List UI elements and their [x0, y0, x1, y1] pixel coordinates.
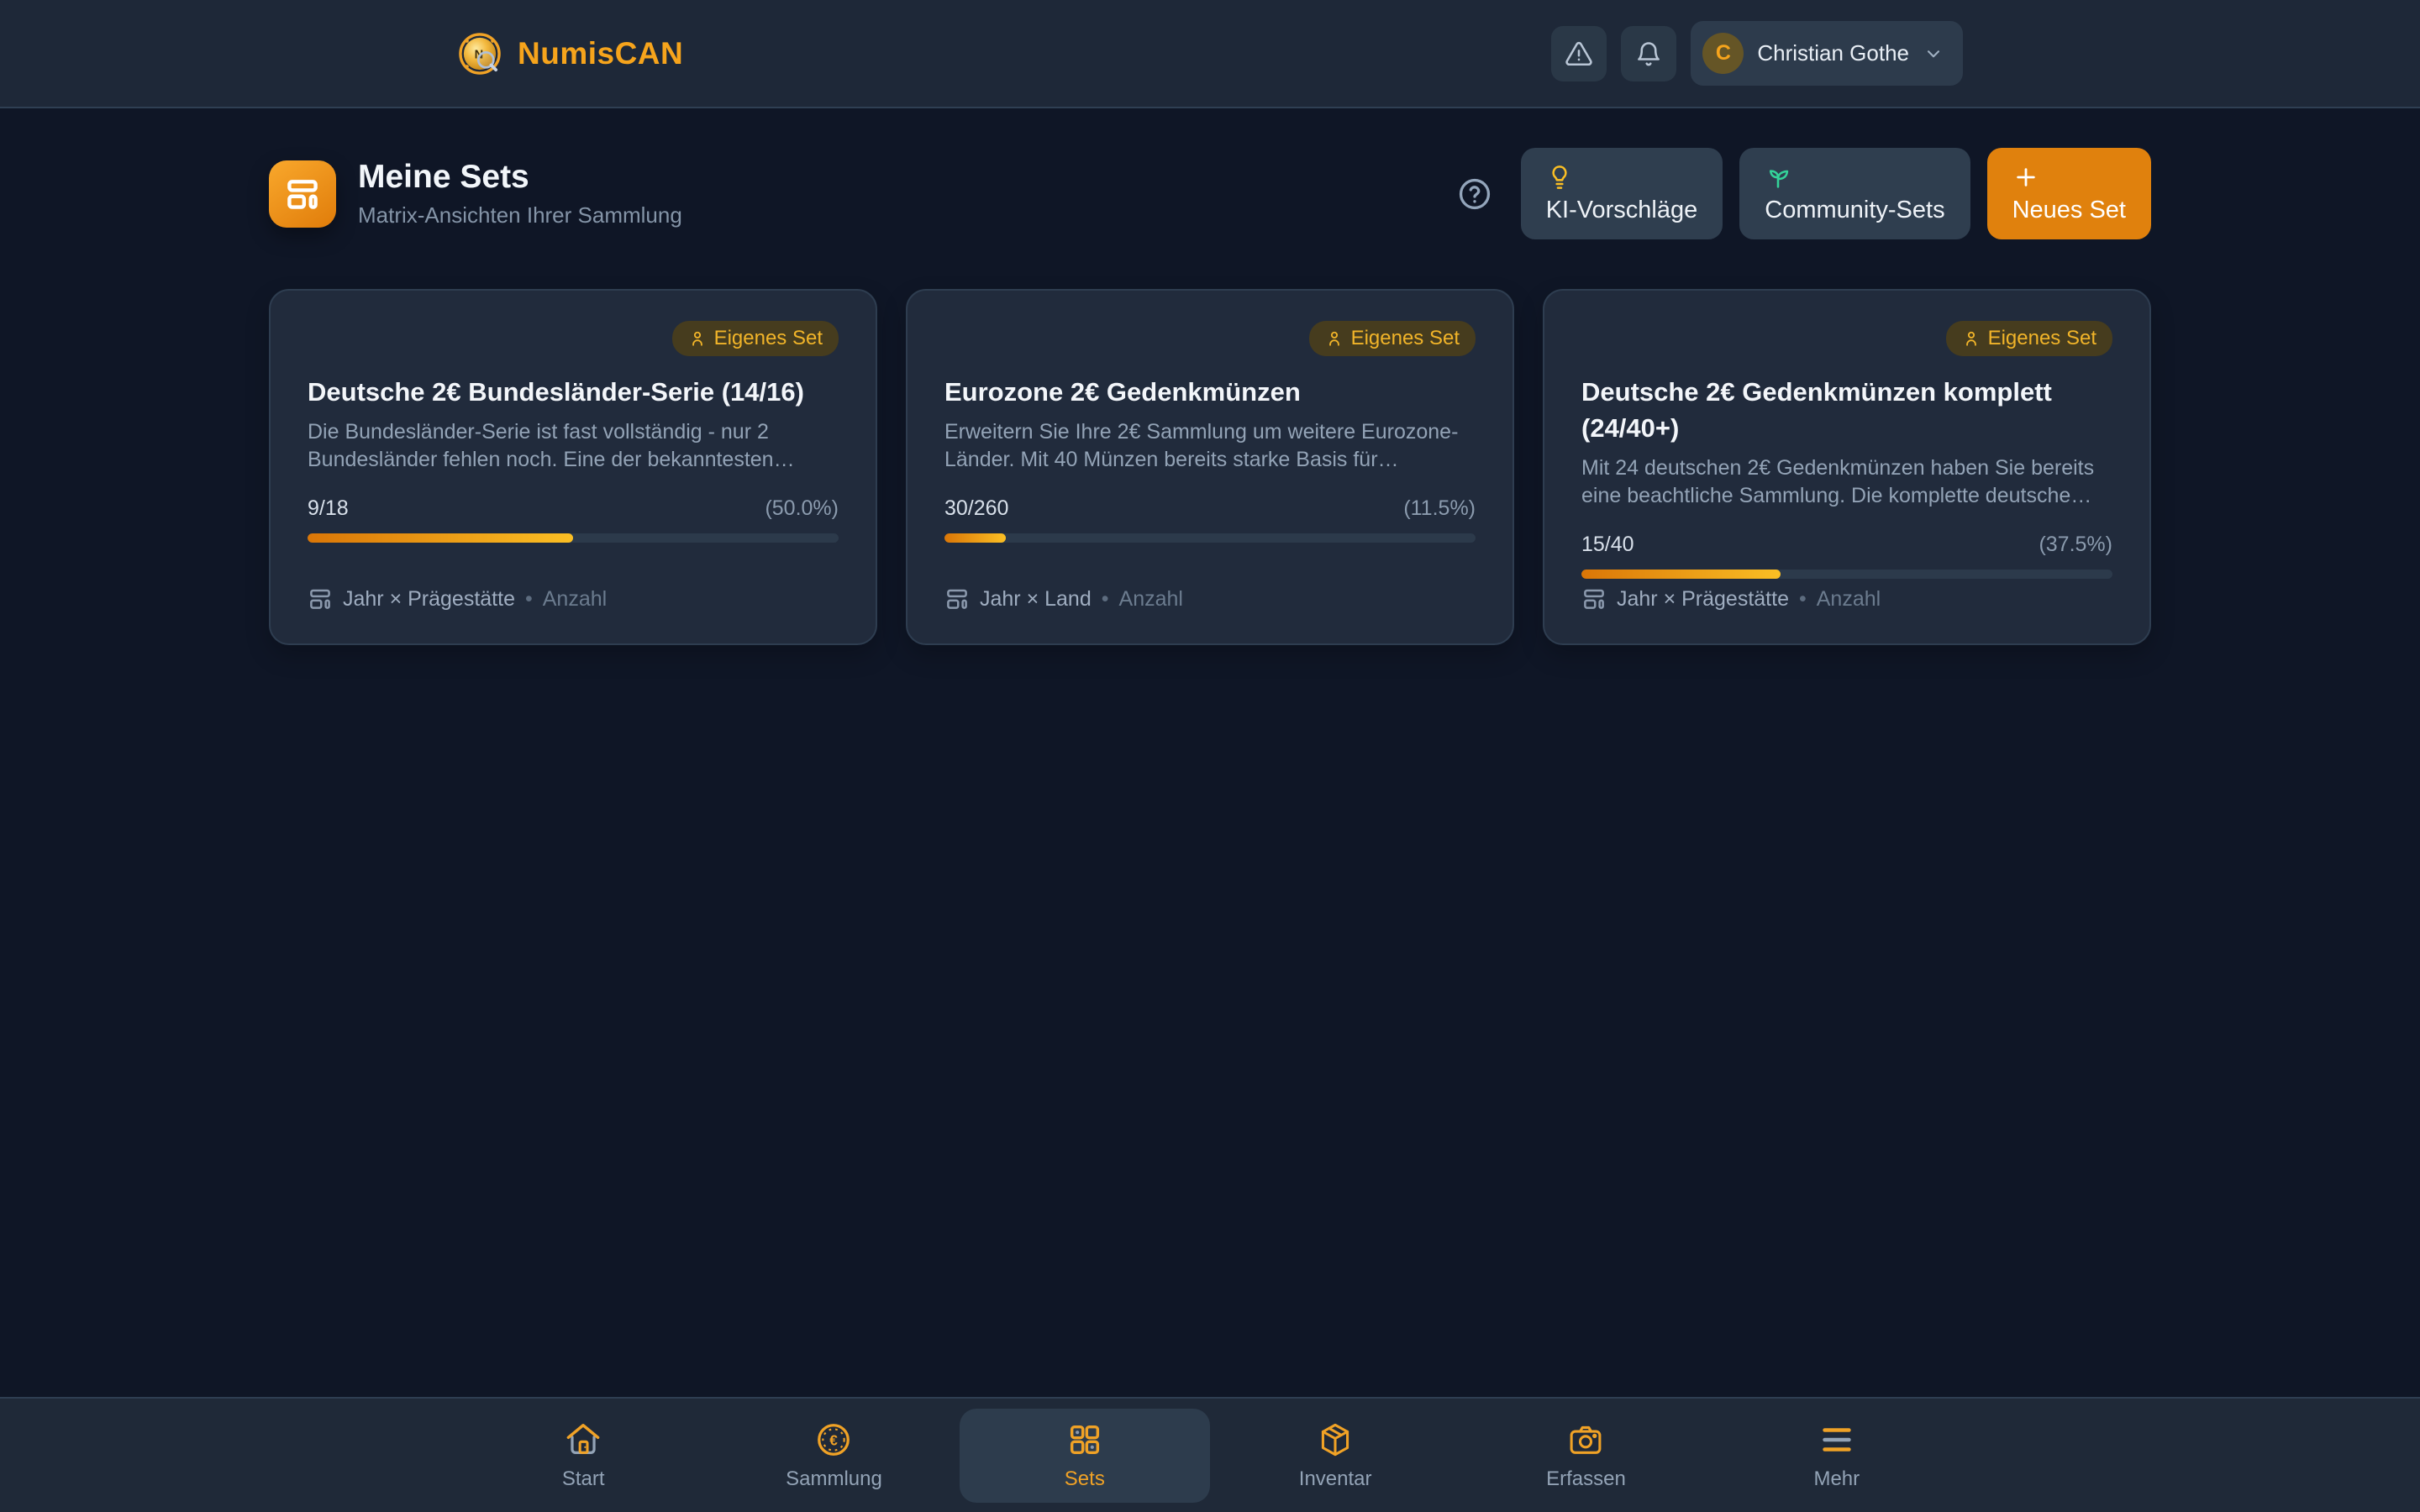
set-card[interactable]: Eigenes Set Eurozone 2€ Gedenkmünzen Erw…: [906, 289, 1514, 645]
progress-percent: (37.5%): [2039, 533, 2112, 557]
warning-icon: [1565, 39, 1593, 68]
main-content: Meine Sets Matrix-Ansichten Ihrer Sammlu…: [269, 108, 2151, 645]
package-icon: [1316, 1420, 1355, 1459]
help-icon: [1457, 176, 1492, 212]
progress-bar: [1581, 570, 2112, 579]
progress-percent: (11.5%): [1403, 496, 1476, 521]
matrix-metric: Anzahl: [543, 587, 607, 612]
matrix-axes: Jahr × Land: [980, 587, 1092, 612]
matrix-layout-icon: [308, 586, 333, 612]
nav-item-erfassen[interactable]: Erfassen: [1460, 1409, 1711, 1503]
owner-badge: Eigenes Set: [672, 321, 839, 356]
bottom-navigation: Start € Sammlung Sets: [0, 1397, 2420, 1512]
camera-icon: [1566, 1420, 1605, 1459]
matrix-layout-icon: [944, 586, 970, 612]
notifications-button[interactable]: [1621, 26, 1676, 81]
page-icon: [269, 160, 336, 228]
matrix-layout-icon: [284, 176, 321, 213]
ki-suggestions-button[interactable]: KI-Vorschläge: [1521, 148, 1723, 239]
menu-icon: [1818, 1420, 1856, 1459]
owner-badge: Eigenes Set: [1309, 321, 1476, 356]
svg-text:€: €: [830, 1431, 839, 1448]
set-card[interactable]: Eigenes Set Deutsche 2€ Gedenkmünzen kom…: [1543, 289, 2151, 645]
chevron-down-icon: [1923, 43, 1944, 65]
matrix-layout-icon: [1581, 586, 1607, 612]
set-description: Erweitern Sie Ihre 2€ Sammlung um weiter…: [944, 418, 1476, 475]
set-description: Mit 24 deutschen 2€ Gedenkmünzen haben S…: [1581, 454, 2112, 511]
user-menu[interactable]: C Christian Gothe: [1691, 21, 1963, 86]
coin-icon: €: [814, 1420, 853, 1459]
nav-item-inventar[interactable]: Inventar: [1210, 1409, 1460, 1503]
community-sets-button[interactable]: Community-Sets: [1739, 148, 1970, 239]
grid-icon: [1065, 1420, 1104, 1459]
progress-count: 30/260: [944, 496, 1008, 521]
matrix-metric: Anzahl: [1817, 587, 1881, 612]
plus-icon: [2012, 164, 2039, 191]
user-name: Christian Gothe: [1757, 40, 1909, 66]
app-name: NumisCAN: [518, 36, 683, 71]
user-icon: [1962, 329, 1981, 348]
coin-logo-icon: N: [457, 31, 502, 76]
set-cards: Eigenes Set Deutsche 2€ Bundesländer-Ser…: [269, 289, 2151, 645]
user-icon: [1325, 329, 1344, 348]
set-description: Die Bundesländer-Serie ist fast vollstän…: [308, 418, 839, 475]
alerts-button[interactable]: [1551, 26, 1607, 81]
owner-badge: Eigenes Set: [1946, 321, 2112, 356]
help-button[interactable]: [1457, 176, 1492, 212]
progress-bar: [944, 533, 1476, 543]
lightbulb-icon: [1546, 164, 1573, 191]
new-set-button[interactable]: Neues Set: [1987, 148, 2151, 239]
set-title: Eurozone 2€ Gedenkmünzen: [944, 375, 1476, 411]
top-header: N NumisCAN C Chri: [0, 0, 2420, 108]
page-title: Meine Sets: [358, 159, 682, 196]
matrix-axes: Jahr × Prägestätte: [1617, 587, 1789, 612]
progress-percent: (50.0%): [765, 496, 839, 521]
nav-item-sammlung[interactable]: € Sammlung: [708, 1409, 959, 1503]
app-logo[interactable]: N NumisCAN: [457, 31, 683, 76]
home-icon: [564, 1420, 602, 1459]
nav-item-mehr[interactable]: Mehr: [1712, 1409, 1962, 1503]
matrix-metric: Anzahl: [1119, 587, 1183, 612]
page-subtitle: Matrix-Ansichten Ihrer Sammlung: [358, 202, 682, 228]
avatar: C: [1702, 33, 1744, 74]
matrix-axes: Jahr × Prägestätte: [343, 587, 515, 612]
bell-icon: [1634, 39, 1663, 68]
set-card[interactable]: Eigenes Set Deutsche 2€ Bundesländer-Ser…: [269, 289, 877, 645]
progress-count: 9/18: [308, 496, 349, 521]
sprout-icon: [1765, 164, 1791, 191]
set-title: Deutsche 2€ Gedenkmünzen komplett (24/40…: [1581, 375, 2112, 447]
user-icon: [688, 329, 707, 348]
progress-bar: [308, 533, 839, 543]
nav-item-start[interactable]: Start: [458, 1409, 708, 1503]
set-title: Deutsche 2€ Bundesländer-Serie (14/16): [308, 375, 839, 411]
progress-count: 15/40: [1581, 533, 1634, 557]
nav-item-sets[interactable]: Sets: [960, 1409, 1210, 1503]
